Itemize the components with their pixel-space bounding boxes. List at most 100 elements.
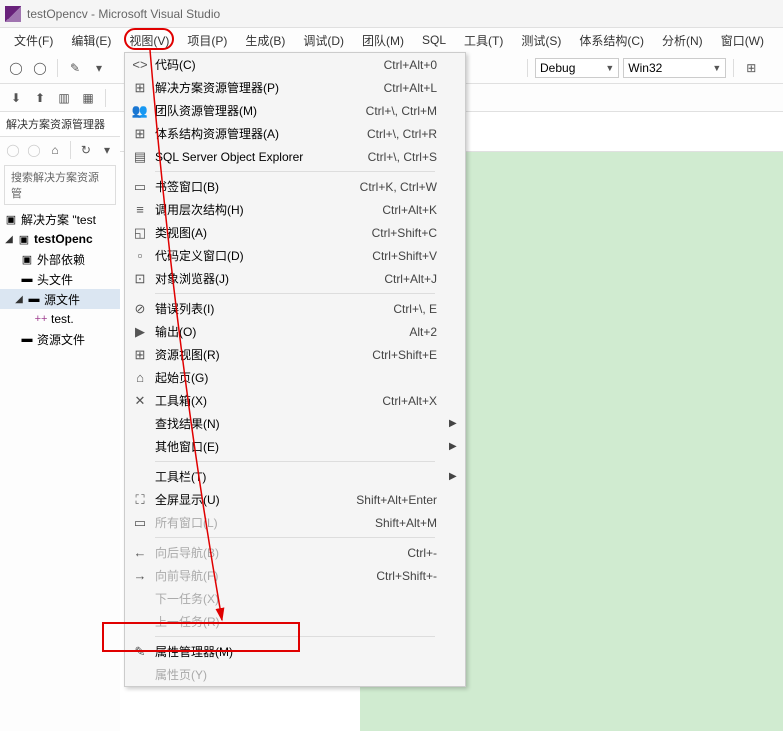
tree-resources[interactable]: ▬ 资源文件 [0, 329, 120, 349]
submenu-arrow-icon: ▶ [449, 441, 461, 452]
folder-icon: ▬ [20, 272, 34, 286]
tool-icon[interactable]: ▦ [78, 88, 98, 108]
menu-item[interactable]: ≡调用层次结构(H)Ctrl+Alt+K [125, 198, 465, 221]
tree-solution[interactable]: ▣ 解决方案 "test [0, 209, 120, 229]
home-icon[interactable]: ⌂ [46, 140, 64, 160]
menu-item-icon: → [129, 568, 151, 583]
menu-item-label: 向后导航(B) [151, 544, 407, 561]
menu-item-label: 代码(C) [151, 56, 384, 73]
submenu-arrow-icon: ▶ [449, 418, 461, 429]
new-icon[interactable]: ✎ [65, 58, 85, 78]
menu-debug[interactable]: 调试(D) [295, 29, 352, 52]
menu-item[interactable]: ⊞解决方案资源管理器(P)Ctrl+Alt+L [125, 76, 465, 99]
menu-item[interactable]: ⊡对象浏览器(J)Ctrl+Alt+J [125, 267, 465, 290]
tool-icon[interactable]: ⬆ [30, 88, 50, 108]
menu-item[interactable]: ⊞资源视图(R)Ctrl+Shift+E [125, 343, 465, 366]
dropdown-icon[interactable]: ▾ [98, 140, 116, 160]
tree-label: 解决方案 "test [21, 211, 96, 228]
refresh-icon[interactable]: ↻ [77, 140, 95, 160]
titlebar: testOpencv - Microsoft Visual Studio [0, 0, 783, 28]
menu-item-shortcut: Ctrl+Alt+J [384, 272, 449, 286]
menu-item-shortcut: Ctrl+Alt+L [384, 81, 449, 95]
back-icon[interactable]: ◯ [4, 140, 22, 160]
tree-external[interactable]: ▣ 外部依赖 [0, 249, 120, 269]
menu-item-label: 其他窗口(E) [151, 438, 437, 455]
expand-icon[interactable]: ◢ [4, 234, 14, 245]
menu-item[interactable]: ⊘错误列表(I)Ctrl+\, E [125, 297, 465, 320]
menu-item[interactable]: ◱类视图(A)Ctrl+Shift+C [125, 221, 465, 244]
view-menu-dropdown: <>代码(C)Ctrl+Alt+0⊞解决方案资源管理器(P)Ctrl+Alt+L… [124, 52, 466, 687]
menu-separator [155, 293, 435, 294]
menu-item[interactable]: 查找结果(N)▶ [125, 412, 465, 435]
menu-item[interactable]: ▤SQL Server Object ExplorerCtrl+\, Ctrl+… [125, 145, 465, 168]
menu-item-icon: ▤ [129, 149, 151, 165]
menu-item-label: 起始页(G) [151, 369, 437, 386]
menu-item: →向前导航(F)Ctrl+Shift+- [125, 564, 465, 587]
menu-item-label: 代码定义窗口(D) [151, 247, 372, 264]
back-icon[interactable]: ◯ [6, 58, 26, 78]
tree-source[interactable]: ◢ ▬ 源文件 [0, 289, 120, 309]
menu-view[interactable]: 视图(V) [121, 29, 177, 52]
menu-item-icon: ⊞ [129, 80, 151, 96]
menu-item[interactable]: ▫代码定义窗口(D)Ctrl+Shift+V [125, 244, 465, 267]
menu-tools[interactable]: 工具(T) [456, 29, 511, 52]
menu-item-shortcut: Ctrl+Shift+C [372, 226, 449, 240]
forward-icon[interactable]: ◯ [25, 140, 43, 160]
menu-item-label: 调用层次结构(H) [151, 201, 382, 218]
menu-item[interactable]: ✕工具箱(X)Ctrl+Alt+X [125, 389, 465, 412]
menu-item[interactable]: ⛶全屏显示(U)Shift+Alt+Enter [125, 488, 465, 511]
menu-item-shortcut: Shift+Alt+M [375, 516, 449, 530]
separator [57, 59, 58, 77]
menu-item-label: 工具箱(X) [151, 392, 382, 409]
tree-label: 头文件 [37, 271, 73, 288]
menu-test[interactable]: 测试(S) [513, 29, 569, 52]
menu-item[interactable]: <>代码(C)Ctrl+Alt+0 [125, 53, 465, 76]
tool-icon[interactable]: ⬇ [6, 88, 26, 108]
menu-item-label: 错误列表(I) [151, 300, 393, 317]
menu-item[interactable]: ⌂起始页(G) [125, 366, 465, 389]
platform-select[interactable]: Win32 ▼ [623, 58, 726, 78]
menu-item[interactable]: ▶输出(O)Alt+2 [125, 320, 465, 343]
tree-project[interactable]: ◢ ▣ testOpenc [0, 229, 120, 249]
menu-item-shortcut: Ctrl+Shift+- [376, 569, 449, 583]
menu-window[interactable]: 窗口(W) [713, 29, 772, 52]
menu-item: 下一任务(X) [125, 587, 465, 610]
menu-item: 上一任务(R) [125, 610, 465, 633]
menu-sql[interactable]: SQL [414, 30, 454, 50]
menu-item[interactable]: 工具栏(T)▶ [125, 465, 465, 488]
menu-item-icon: ⊡ [129, 271, 151, 287]
menu-item[interactable]: ✎属性管理器(M) [125, 640, 465, 663]
tree-headers[interactable]: ▬ 头文件 [0, 269, 120, 289]
menu-analyze[interactable]: 分析(N) [654, 29, 711, 52]
sidebar-search[interactable]: 搜索解决方案资源管 [4, 165, 116, 205]
menu-file[interactable]: 文件(F) [6, 29, 61, 52]
menu-team[interactable]: 团队(M) [354, 29, 412, 52]
menu-project[interactable]: 项目(P) [179, 29, 235, 52]
menu-architecture[interactable]: 体系结构(C) [571, 29, 652, 52]
menu-item-shortcut: Shift+Alt+Enter [356, 493, 449, 507]
menu-item-shortcut: Ctrl+K, Ctrl+W [360, 180, 449, 194]
menu-build[interactable]: 生成(B) [237, 29, 293, 52]
vs-logo-icon [5, 6, 21, 22]
menu-item-label: 团队资源管理器(M) [151, 102, 366, 119]
separator [70, 141, 71, 159]
forward-icon[interactable]: ◯ [30, 58, 50, 78]
menu-item: ←向后导航(B)Ctrl+- [125, 541, 465, 564]
menu-item-icon: ◱ [129, 225, 151, 241]
extension-icon[interactable]: ⊞ [741, 58, 761, 78]
config-select[interactable]: Debug ▼ [535, 58, 619, 78]
menu-item-icon: ⊘ [129, 301, 151, 317]
menu-item[interactable]: 其他窗口(E) ▶ [125, 435, 465, 458]
menu-item[interactable]: ⊞体系结构资源管理器(A)Ctrl+\, Ctrl+R [125, 122, 465, 145]
menu-item-shortcut: Ctrl+\, Ctrl+M [366, 104, 449, 118]
open-icon[interactable]: ▾ [89, 58, 109, 78]
tree-file[interactable]: ++ test. [0, 309, 120, 329]
menu-item[interactable]: ▭书签窗口(B)Ctrl+K, Ctrl+W [125, 175, 465, 198]
menu-edit[interactable]: 编辑(E) [63, 29, 119, 52]
folder-icon: ▬ [20, 332, 34, 346]
expand-icon[interactable]: ◢ [14, 294, 24, 305]
menu-item[interactable]: 👥团队资源管理器(M)Ctrl+\, Ctrl+M [125, 99, 465, 122]
tool-icon[interactable]: ▥ [54, 88, 74, 108]
menu-item-label: 解决方案资源管理器(P) [151, 79, 384, 96]
menu-item-label: 工具栏(T) [151, 468, 437, 485]
